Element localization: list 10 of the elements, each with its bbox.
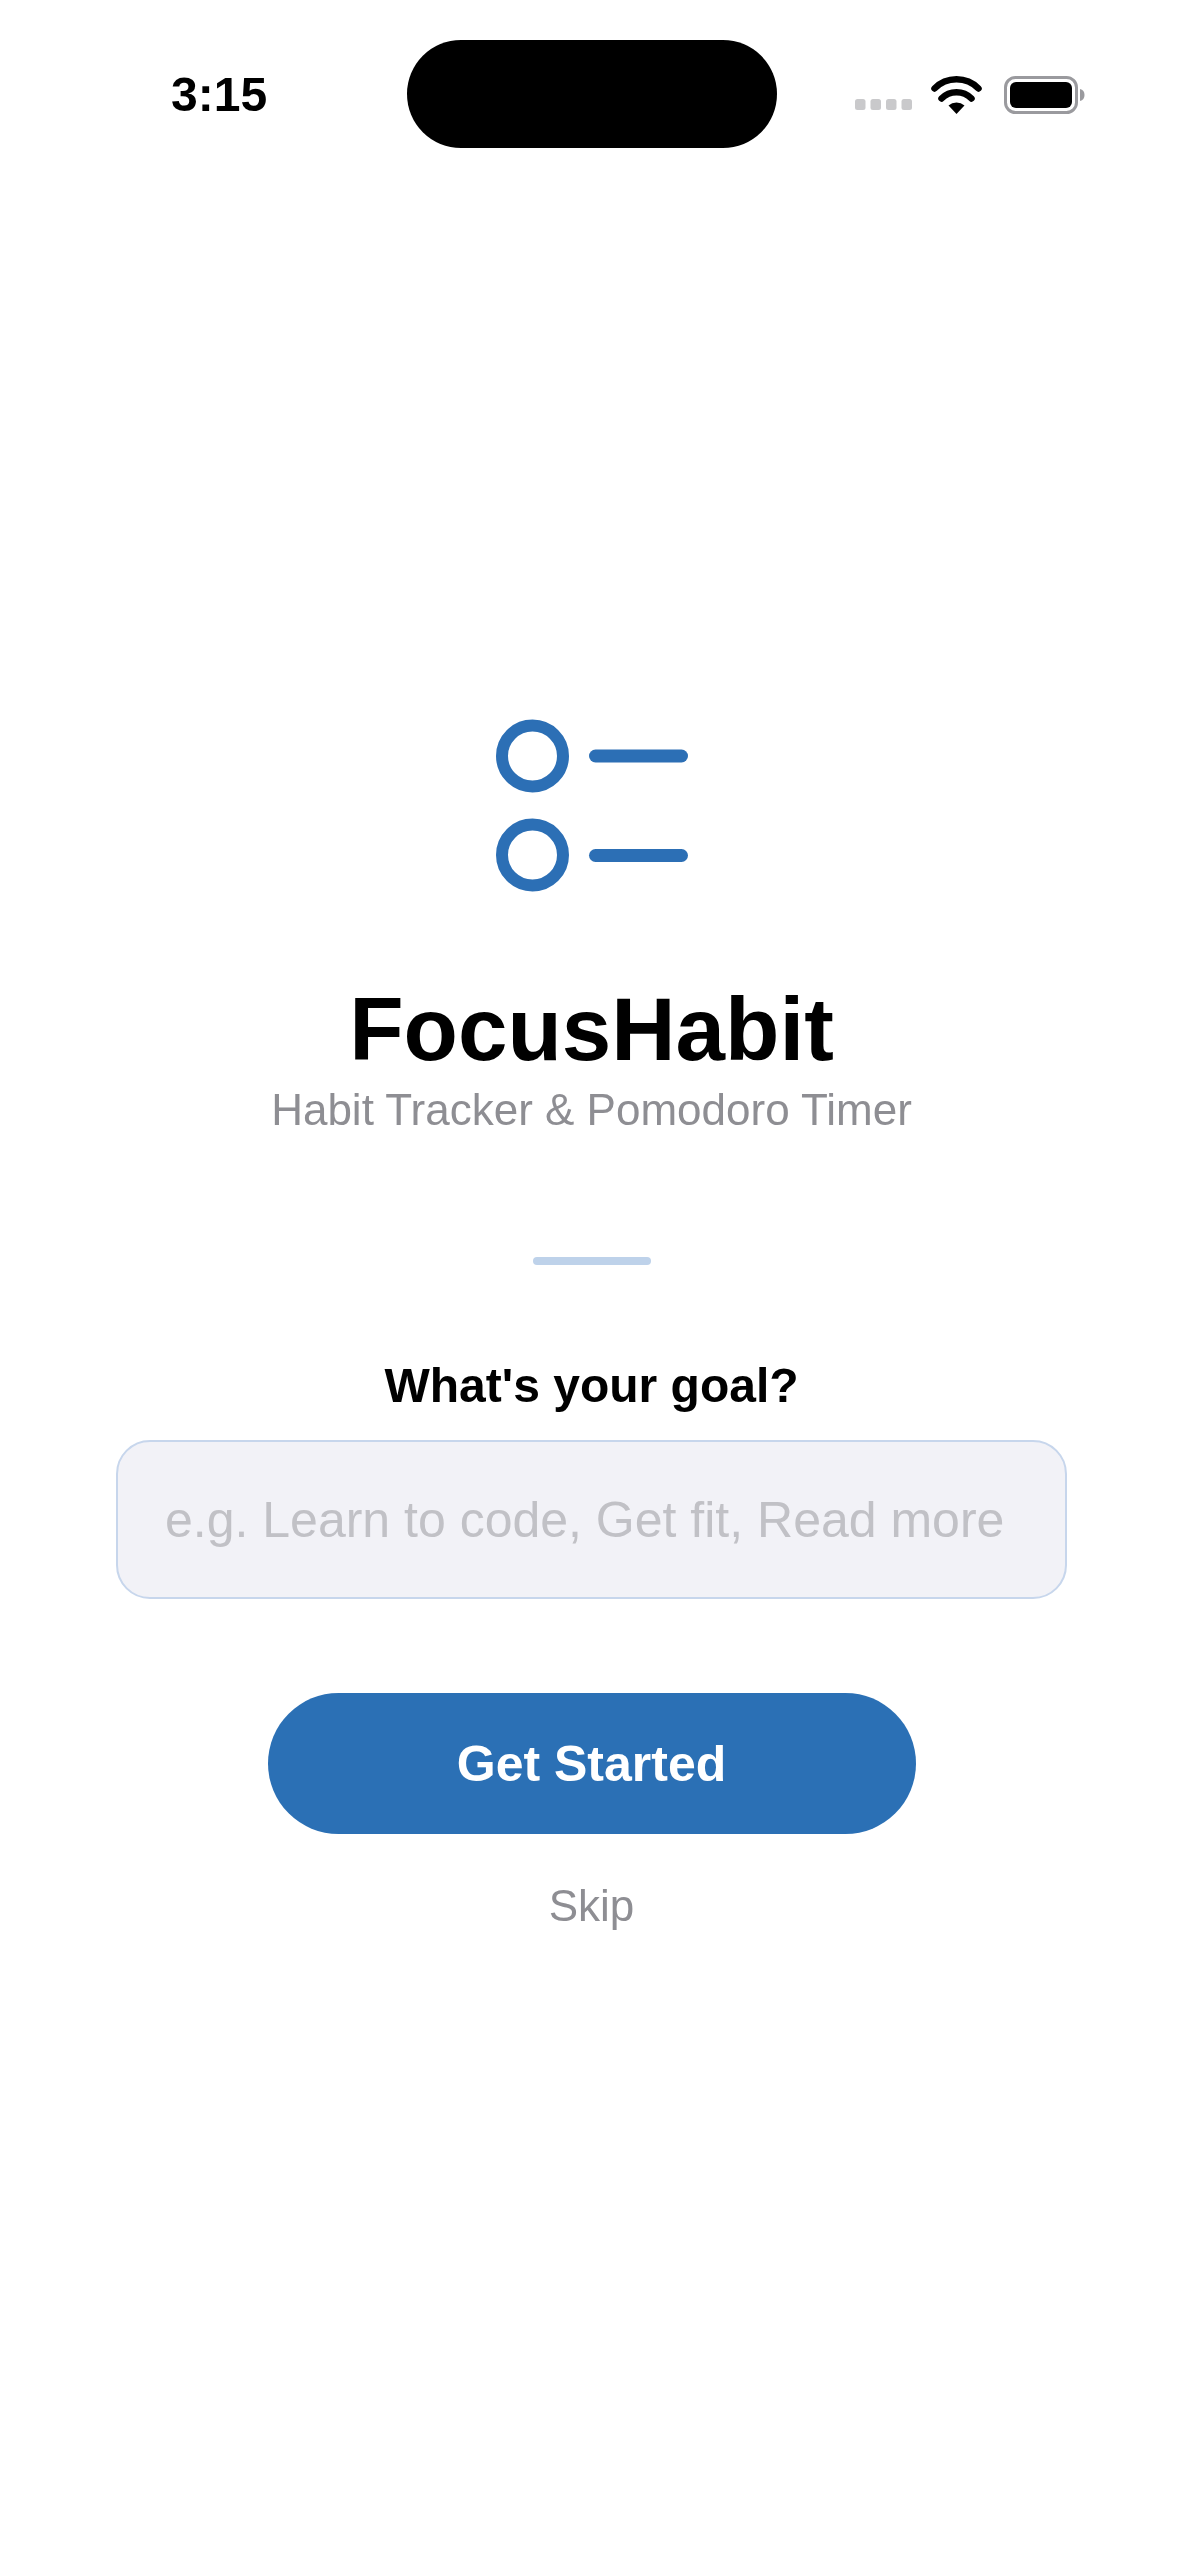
app-tagline: Habit Tracker & Pomodoro Timer [271,1088,912,1132]
battery-icon [1004,76,1085,114]
skip-link[interactable]: Skip [542,1880,641,1932]
wifi-icon [931,76,982,114]
list-logo-icon [495,719,688,892]
get-started-button[interactable]: Get Started [267,1693,916,1834]
goal-label: What's your goal? [384,1362,799,1410]
status-time: 3:15 [171,71,268,119]
signal-dots-icon [855,98,912,110]
app-title: FocusHabit [349,985,834,1074]
